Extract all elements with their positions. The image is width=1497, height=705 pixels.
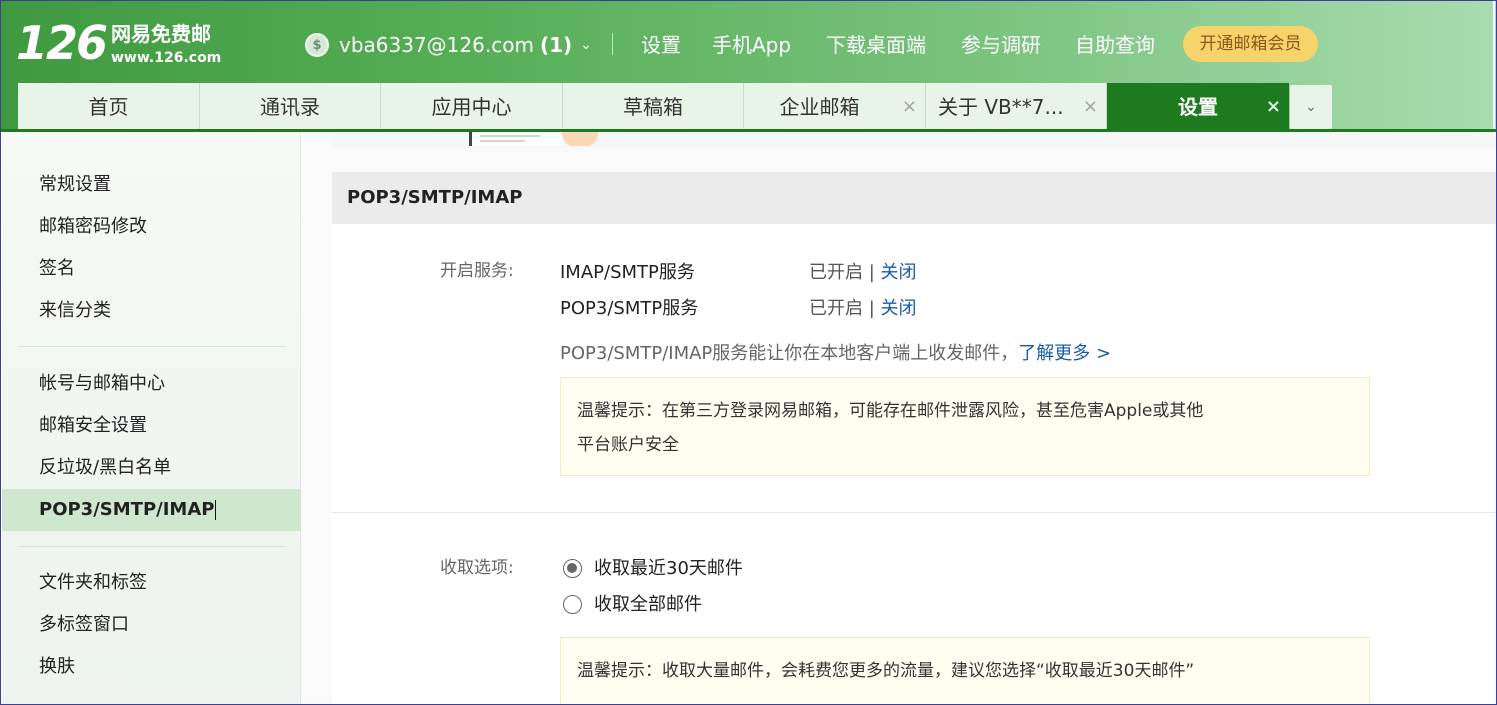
sidebar-item-multi-tab[interactable]: 多标签窗口 <box>2 604 301 646</box>
service-status-imap: 已开启 | 关闭 <box>809 261 917 285</box>
tab-overflow-chevron-icon[interactable]: ⌄ <box>1290 85 1332 129</box>
account-unread-count: (1) <box>539 33 573 57</box>
tip-line: 温馨提示：收取大量邮件，会耗费您更多的流量，建议您选择“收取最近30天邮件” <box>577 661 1195 681</box>
banner-line <box>480 140 525 142</box>
nav-self-service[interactable]: 自助查询 <box>1075 30 1155 60</box>
sidebar-item-general[interactable]: 常规设置 <box>2 164 301 206</box>
chevron-down-icon: ⌄ <box>580 37 592 53</box>
status-separator: | <box>868 298 875 319</box>
radio-all-mail[interactable] <box>563 595 582 614</box>
nav-survey[interactable]: 参与调研 <box>961 30 1041 60</box>
logo-number[interactable]: 126 <box>16 14 108 72</box>
sidebar-item-password[interactable]: 邮箱密码修改 <box>2 206 301 248</box>
disable-imap-link[interactable]: 关闭 <box>881 262 917 283</box>
sidebar-divider <box>18 346 286 347</box>
section-title: POP3/SMTP/IMAP <box>332 172 1497 224</box>
tab-home[interactable]: 首页 <box>18 83 200 131</box>
settings-content: POP3/SMTP/IMAP 开启服务: IMAP/SMTP服务 已开启 | 关… <box>302 132 1497 705</box>
close-icon[interactable]: × <box>1083 83 1098 131</box>
status-separator: | <box>868 262 875 283</box>
text-cursor <box>215 500 217 520</box>
service-name-imap: IMAP/SMTP服务 <box>560 262 695 283</box>
sidebar-item-signature[interactable]: 签名 <box>2 248 301 290</box>
pop3-settings-panel: 开启服务: IMAP/SMTP服务 已开启 | 关闭 POP3/SMTP服务 已… <box>332 224 1497 705</box>
nav-mobile-app[interactable]: 手机App <box>712 30 791 60</box>
warning-tip-third-party: 温馨提示：在第三方登录网易邮箱，可能存在邮件泄露风险，甚至危害Apple或其他 … <box>560 377 1370 476</box>
header-divider <box>612 33 613 55</box>
tip-line: 平台账户安全 <box>577 435 679 455</box>
settings-sidebar: 常规设置 邮箱密码修改 签名 来信分类 帐号与邮箱中心 邮箱安全设置 反垃圾/黑… <box>2 132 301 704</box>
status-text: 已开启 <box>809 298 863 319</box>
radio-label-recent-30-days[interactable]: 收取最近30天邮件 <box>594 557 743 581</box>
logo-url[interactable]: www.126.com <box>111 49 221 67</box>
radio-label-all-mail[interactable]: 收取全部邮件 <box>594 593 702 617</box>
tab-drafts[interactable]: 草稿箱 <box>563 83 744 131</box>
sidebar-item-account-center[interactable]: 帐号与邮箱中心 <box>2 363 301 405</box>
banner-line <box>480 135 540 137</box>
app-header: 126 网易免费邮 www.126.com $ vba6337@126.com … <box>0 0 1497 131</box>
tab-label: 草稿箱 <box>623 95 683 119</box>
sidebar-divider <box>18 546 286 547</box>
close-icon[interactable]: × <box>1266 83 1281 131</box>
tab-label: 关于 VB**7... <box>938 95 1064 119</box>
tab-contacts[interactable]: 通讯录 <box>200 83 381 131</box>
banner-thumbnail[interactable] <box>469 132 564 146</box>
sidebar-item-spam-lists[interactable]: 反垃圾/黑白名单 <box>2 447 301 489</box>
description-text: POP3/SMTP/IMAP服务能让你在本地客户端上收发邮件， <box>560 343 1019 364</box>
service-description: POP3/SMTP/IMAP服务能让你在本地客户端上收发邮件，了解更多 > <box>560 342 1111 366</box>
account-switcher[interactable]: $ vba6337@126.com (1) ⌄ <box>305 30 592 60</box>
tab-enterprise-mail[interactable]: 企业邮箱 × <box>744 83 926 131</box>
services-label: 开启服务: <box>440 261 514 281</box>
account-avatar-icon: $ <box>305 33 329 57</box>
tab-settings[interactable]: 设置 × <box>1107 83 1289 131</box>
sidebar-item-pop3-smtp-imap[interactable]: POP3/SMTP/IMAP <box>2 489 301 531</box>
tab-about-vb[interactable]: 关于 VB**7... × <box>926 83 1107 131</box>
section-divider <box>332 512 1497 513</box>
tab-label: 设置 <box>1178 95 1218 119</box>
logo-title[interactable]: 网易免费邮 <box>111 22 211 46</box>
sidebar-item-label: POP3/SMTP/IMAP <box>39 499 215 520</box>
warning-tip-traffic: 温馨提示：收取大量邮件，会耗费您更多的流量，建议您选择“收取最近30天邮件” <box>560 637 1370 705</box>
service-status-pop3: 已开启 | 关闭 <box>809 297 917 321</box>
sidebar-item-skin[interactable]: 换肤 <box>2 646 301 688</box>
learn-more-link[interactable]: 了解更多 > <box>1018 343 1111 364</box>
account-email: vba6337@126.com <box>339 33 534 57</box>
nav-settings[interactable]: 设置 <box>641 30 681 60</box>
vip-membership-button[interactable]: 开通邮箱会员 <box>1183 26 1318 62</box>
tab-label: 应用中心 <box>431 95 512 119</box>
banner-strip <box>332 132 1497 147</box>
disable-pop3-link[interactable]: 关闭 <box>881 298 917 319</box>
tab-label: 首页 <box>88 95 129 119</box>
sidebar-item-mail-rules[interactable]: 来信分类 <box>2 290 301 332</box>
sidebar-item-security[interactable]: 邮箱安全设置 <box>2 405 301 447</box>
sidebar-item-folders-tags[interactable]: 文件夹和标签 <box>2 562 301 604</box>
nav-download-desktop[interactable]: 下载桌面端 <box>826 30 926 60</box>
banner-illustration <box>562 132 598 146</box>
status-text: 已开启 <box>809 262 863 283</box>
tip-line: 温馨提示：在第三方登录网易邮箱，可能存在邮件泄露风险，甚至危害Apple或其他 <box>577 401 1204 421</box>
radio-recent-30-days[interactable] <box>563 559 582 578</box>
tab-app-center[interactable]: 应用中心 <box>381 83 563 131</box>
tab-label: 企业邮箱 <box>779 95 860 119</box>
close-icon[interactable]: × <box>902 83 917 131</box>
service-name-pop3: POP3/SMTP服务 <box>560 298 699 319</box>
tab-label: 通讯录 <box>260 95 320 119</box>
window-edge <box>1493 0 1495 131</box>
receive-options-label: 收取选项: <box>440 558 514 578</box>
